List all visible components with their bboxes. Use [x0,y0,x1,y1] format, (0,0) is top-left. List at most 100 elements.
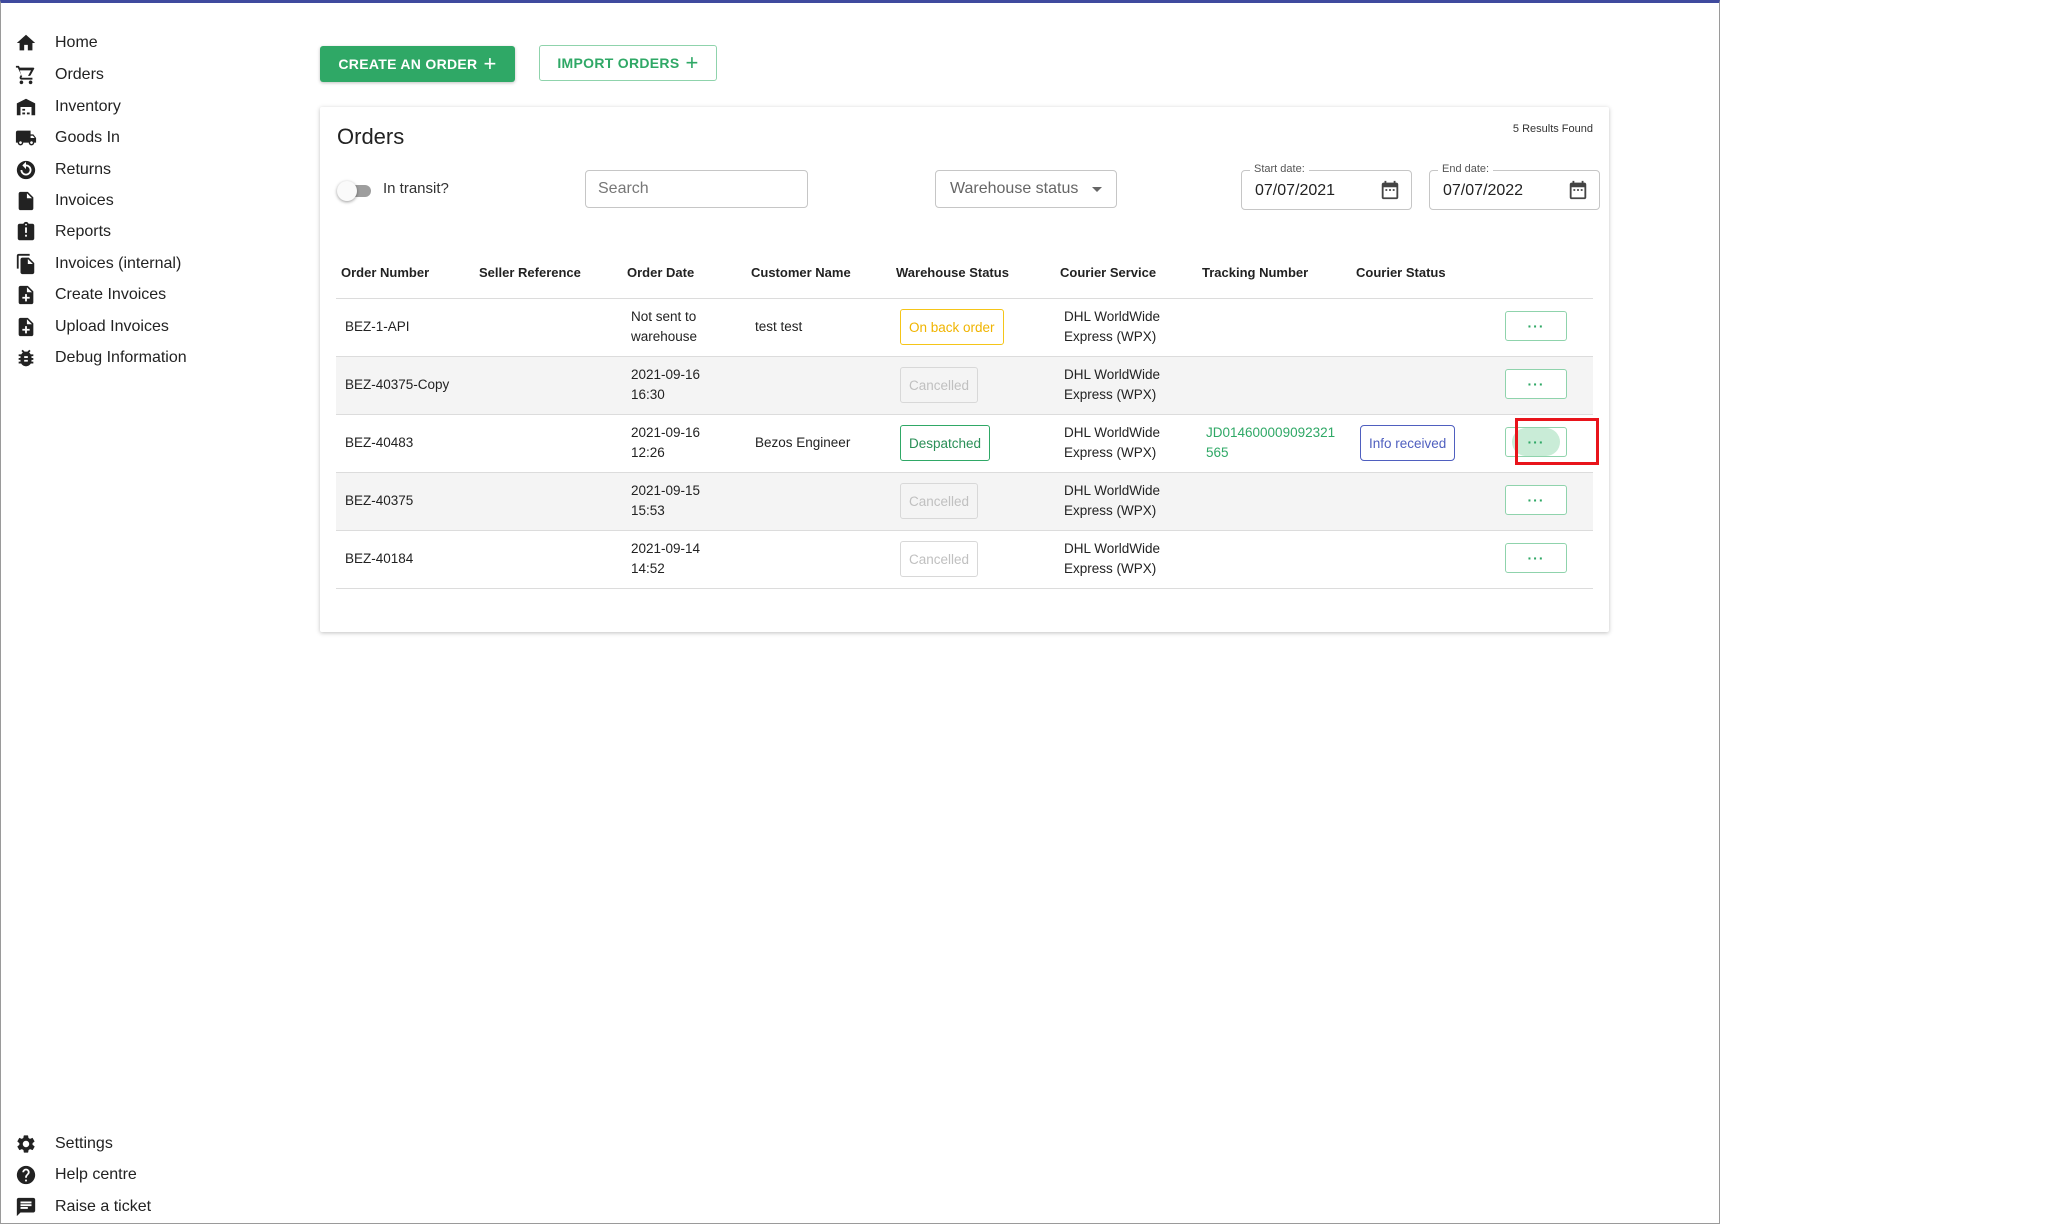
courier-line: Express (WPX) [1064,561,1157,576]
sidebar-item-upload-invoices[interactable]: Upload Invoices [14,312,169,342]
end-date-label: End date: [1438,163,1494,175]
search-input[interactable] [585,170,808,208]
column-header-customer-name[interactable]: Customer Name [751,265,851,280]
courier-line: DHL WorldWide [1064,309,1161,324]
column-header-courier-service[interactable]: Courier Service [1060,265,1156,280]
tracking-line: 565 [1206,445,1229,460]
report-icon [14,220,38,244]
order-number[interactable]: BEZ-40375-Copy [345,375,449,395]
table-row[interactable]: BEZ-40483 2021-09-16 12:26 Bezos Engineer… [336,415,1593,473]
sidebar-item-settings[interactable]: Settings [14,1129,113,1159]
row-actions-button[interactable]: ··· [1505,485,1567,515]
more-icon: ··· [1527,318,1545,334]
calendar-icon[interactable] [1567,179,1589,201]
more-icon: ··· [1527,376,1545,392]
copy-document-icon [14,252,38,276]
sidebar-item-label: Raise a ticket [55,1198,152,1215]
add-document-icon [14,283,38,307]
row-actions-button[interactable]: ··· [1505,311,1567,341]
order-date-line: Not sent to [631,309,697,324]
end-date-field[interactable]: End date: 07/07/2022 [1429,163,1600,210]
document-icon [14,189,38,213]
order-date-line: 2021-09-15 [631,483,701,498]
sidebar-item-create-invoices[interactable]: Create Invoices [14,280,166,310]
courier-line: DHL WorldWide [1064,483,1161,498]
tracking-number-link[interactable]: JD014600009092321 565 [1206,423,1335,463]
sidebar-item-reports[interactable]: Reports [14,217,111,247]
upload-document-icon [14,315,38,339]
in-transit-label: In transit? [383,180,449,197]
column-header-courier-status[interactable]: Courier Status [1356,265,1446,280]
plus-icon: + [483,51,497,76]
row-actions-button[interactable]: ··· [1505,543,1567,573]
start-date-label: Start date: [1250,163,1309,175]
sidebar-item-debug-information[interactable]: Debug Information [14,343,187,373]
sidebar-item-label: Invoices (internal) [55,255,182,272]
sidebar-item-inventory[interactable]: Inventory [14,92,121,122]
sidebar-item-label: Debug Information [55,349,187,366]
app-window: Home Orders Inventory Goods In Returns I… [0,0,1720,1224]
column-header-seller-reference[interactable]: Seller Reference [479,265,581,280]
cart-icon [14,63,38,87]
table-row[interactable]: BEZ-1-API Not sent to warehouse test test… [336,299,1593,357]
create-order-label: CREATE AN ORDER [338,56,478,72]
sidebar-item-invoices-internal[interactable]: Invoices (internal) [14,249,181,279]
courier-service: DHL WorldWide Express (WPX) [1064,307,1160,347]
start-date-field[interactable]: Start date: 07/07/2021 [1241,163,1412,210]
sidebar-item-label: Inventory [55,98,121,115]
order-date-line: 2021-09-16 [631,425,701,440]
order-number[interactable]: BEZ-40184 [345,549,413,569]
sidebar-item-invoices[interactable]: Invoices [14,186,114,216]
plus-icon: + [685,50,699,75]
column-header-warehouse-status[interactable]: Warehouse Status [896,265,1009,280]
sidebar-item-label: Create Invoices [55,286,167,303]
courier-service: DHL WorldWide Express (WPX) [1064,365,1160,405]
table-row[interactable]: BEZ-40184 2021-09-14 14:52 Cancelled DHL … [336,531,1593,589]
import-orders-button[interactable]: IMPORT ORDERS + [539,45,717,81]
table-row[interactable]: BEZ-40375-Copy 2021-09-16 16:30 Cancelled… [336,357,1593,415]
sidebar-item-label: Returns [55,161,112,178]
sidebar-item-help-centre[interactable]: Help centre [14,1160,137,1190]
warehouse-icon [14,95,38,119]
row-actions-button[interactable]: ··· [1505,427,1567,457]
sidebar-item-label: Upload Invoices [55,318,169,335]
order-date-line: 2021-09-14 [631,541,701,556]
more-icon: ··· [1527,550,1545,566]
order-number[interactable]: BEZ-1-API [345,317,410,337]
sidebar-item-home[interactable]: Home [14,28,98,58]
home-icon [14,31,38,55]
order-date-line: 12:26 [631,445,665,460]
order-number[interactable]: BEZ-40483 [345,433,413,453]
column-header-order-date[interactable]: Order Date [627,265,694,280]
row-actions-button[interactable]: ··· [1505,369,1567,399]
end-date-value: 07/07/2022 [1443,182,1524,199]
sidebar-item-label: Help centre [55,1166,137,1183]
sidebar-item-label: Settings [55,1135,113,1152]
calendar-icon[interactable] [1379,179,1401,201]
sidebar-item-returns[interactable]: Returns [14,155,111,185]
sidebar-item-orders[interactable]: Orders [14,60,104,90]
start-date-value: 07/07/2021 [1255,182,1336,199]
courier-line: Express (WPX) [1064,329,1157,344]
in-transit-toggle[interactable] [337,179,373,201]
sidebar-item-label: Invoices [55,192,114,209]
column-header-tracking-number[interactable]: Tracking Number [1202,265,1308,280]
column-header-order-number[interactable]: Order Number [341,265,429,280]
sidebar-item-raise-a-ticket[interactable]: Raise a ticket [14,1192,151,1222]
warehouse-status-select[interactable]: Warehouse status [935,170,1117,208]
courier-line: Express (WPX) [1064,503,1157,518]
order-number[interactable]: BEZ-40375 [345,491,413,511]
table-row[interactable]: BEZ-40375 2021-09-15 15:53 Cancelled DHL … [336,473,1593,531]
more-icon: ··· [1527,492,1545,508]
order-date: 2021-09-16 16:30 [631,365,700,405]
sidebar-item-label: Orders [55,66,104,83]
page-title: Orders [337,124,405,149]
sidebar-item-label: Goods In [55,129,120,146]
order-date-line: warehouse [631,329,698,344]
sidebar-item-label: Home [55,34,98,51]
sidebar-item-goods-in[interactable]: Goods In [14,123,120,153]
chat-icon [14,1195,38,1219]
create-order-button[interactable]: CREATE AN ORDER + [320,46,515,82]
tracking-line: JD014600009092321 [1206,425,1336,440]
dropdown-caret-icon [1092,186,1102,192]
